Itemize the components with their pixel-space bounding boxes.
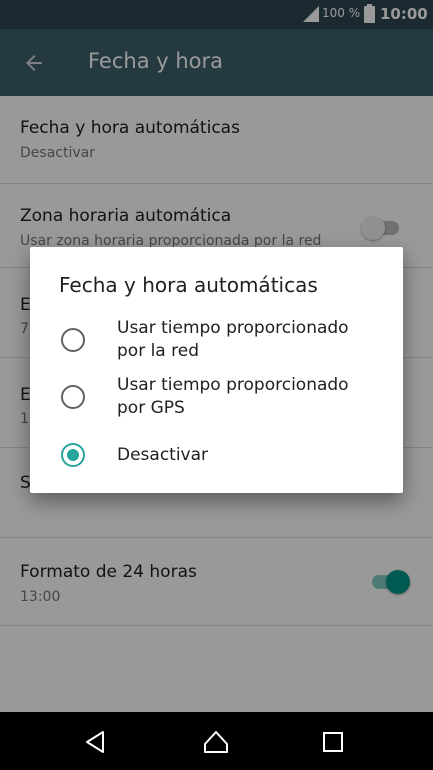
option-label: Usar tiempo proporcionado por GPS	[117, 375, 349, 418]
option-label: Usar tiempo proporcionado por la red	[117, 318, 349, 361]
dialog-title: Fecha y hora automáticas	[59, 273, 318, 297]
radio-gps-time[interactable]	[61, 385, 85, 409]
home-icon[interactable]	[203, 729, 229, 755]
option-deactivate[interactable]: Desactivar	[30, 442, 403, 472]
back-triangle-icon[interactable]	[83, 729, 109, 755]
option-gps-time[interactable]: Usar tiempo proporcionado por GPS	[30, 373, 403, 421]
auto-datetime-dialog: Fecha y hora automáticas Usar tiempo pro…	[30, 247, 403, 493]
option-label: Desactivar	[117, 445, 209, 465]
recent-apps-icon[interactable]	[320, 729, 346, 755]
radio-network-time[interactable]	[61, 328, 85, 352]
navigation-bar	[0, 712, 433, 770]
radio-deactivate[interactable]	[61, 443, 85, 467]
option-network-time[interactable]: Usar tiempo proporcionado por la red	[30, 316, 403, 364]
